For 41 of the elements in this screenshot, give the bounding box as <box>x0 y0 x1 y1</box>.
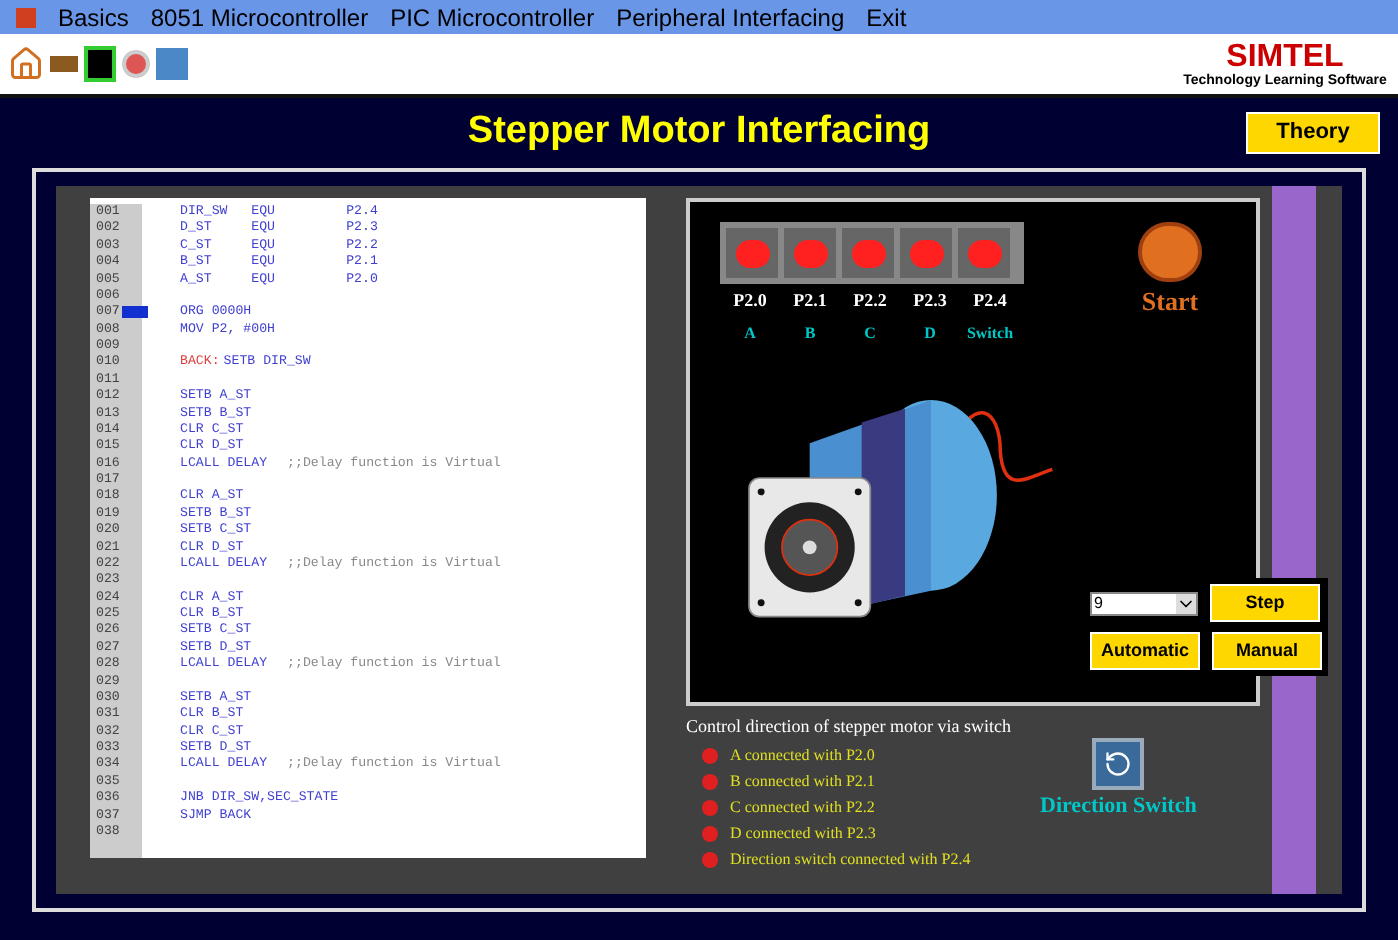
phase-label: D <box>924 321 936 345</box>
info-item: D connected with P2.3 <box>730 821 876 846</box>
phase-label: C <box>864 321 876 345</box>
home-icon[interactable] <box>8 46 44 82</box>
phase-label: Switch <box>966 321 1014 345</box>
bullet-icon <box>702 747 718 764</box>
step-button[interactable]: Step <box>1210 584 1320 622</box>
info-title: Control direction of stepper motor via switch <box>686 713 1013 740</box>
phase-label: A <box>744 321 756 345</box>
bullet-icon <box>702 825 718 842</box>
start-button[interactable] <box>1138 222 1202 282</box>
phase-label: B <box>804 321 816 345</box>
bullet-icon <box>702 851 718 868</box>
menu-item[interactable]: Peripheral Interfacing <box>616 0 845 35</box>
start-label: Start <box>1141 284 1199 320</box>
automatic-button[interactable]: Automatic <box>1090 632 1200 670</box>
port-label: P2.1 <box>793 288 827 314</box>
menu-item[interactable]: Exit <box>866 0 907 35</box>
port-label: P2.4 <box>973 288 1007 314</box>
menu-item[interactable]: 8051 Microcontroller <box>150 0 369 35</box>
direction-switch-label: Direction Switch <box>1040 791 1197 822</box>
info-item: Direction switch connected with P2.4 <box>730 847 971 872</box>
logo-name: SIMTEL <box>1226 41 1344 73</box>
menu-item[interactable]: Basics <box>58 0 129 35</box>
seven-segment-icon[interactable] <box>84 46 116 82</box>
info-item: B connected with P2.1 <box>730 769 875 794</box>
port-label: P2.3 <box>913 288 947 314</box>
direction-switch-button[interactable] <box>1092 737 1145 790</box>
rotate-icon <box>1104 749 1133 778</box>
port-label: P2.2 <box>853 288 887 314</box>
menu-item[interactable]: PIC Microcontroller <box>390 0 595 35</box>
theory-button[interactable]: Theory <box>1246 112 1380 154</box>
dropdown-arrow-icon <box>1176 593 1196 613</box>
page-title: Stepper Motor Interfacing <box>467 108 931 157</box>
bullet-icon <box>702 773 718 790</box>
port-label: P2.0 <box>733 288 767 314</box>
step-select[interactable]: 9 <box>1090 591 1198 615</box>
info-item: A connected with P2.0 <box>730 743 875 768</box>
manual-button[interactable]: Manual <box>1212 632 1322 670</box>
bullet-icon <box>702 799 718 816</box>
info-item: C connected with P2.2 <box>730 795 875 820</box>
